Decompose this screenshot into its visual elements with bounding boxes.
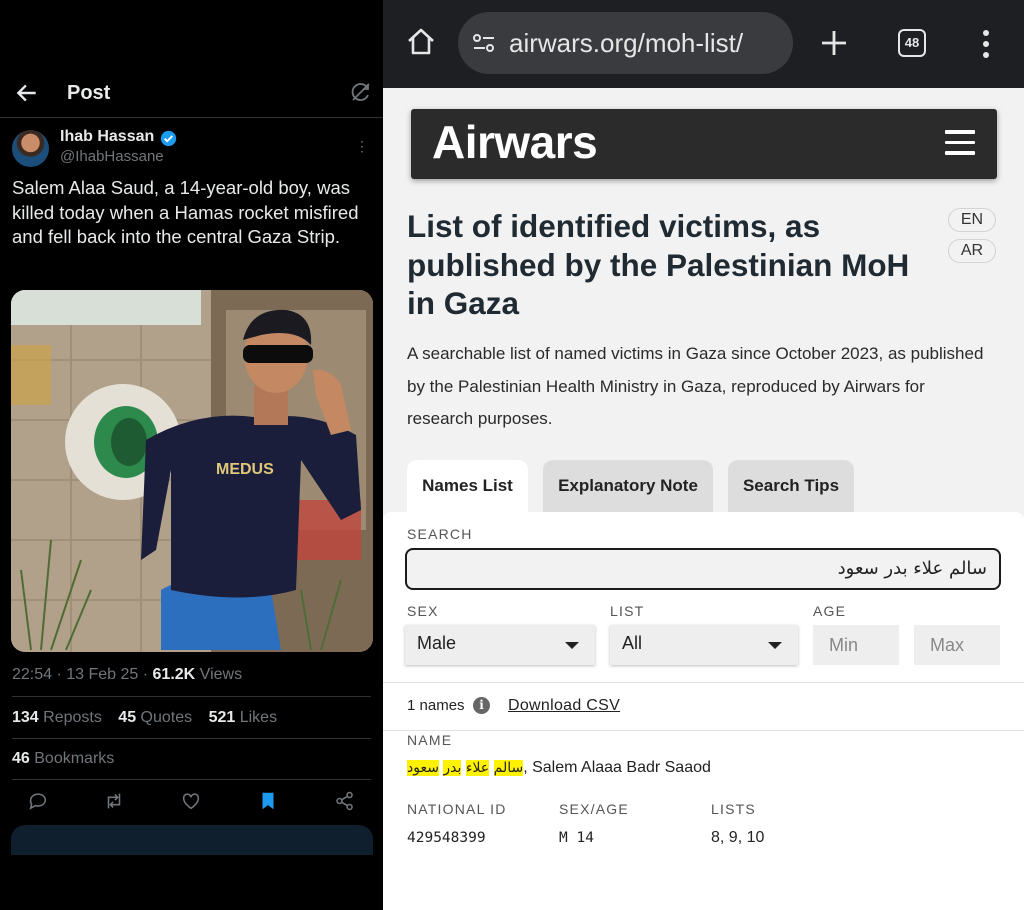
download-csv-link[interactable]: Download CSV (508, 697, 620, 715)
bookmark-icon[interactable] (257, 790, 279, 812)
national-id-value: 429548399 (407, 830, 486, 846)
intro-text: A searchable list of named victims in Ga… (407, 344, 984, 428)
search-input[interactable]: سالم علاء بدر سعود (405, 548, 1001, 590)
views-count: 61.2K (152, 666, 196, 683)
likes-stat[interactable]: 521 Likes (209, 709, 278, 726)
author-handle[interactable]: @IhabHassane (60, 148, 164, 165)
verified-badge-icon (160, 130, 177, 147)
sex-age-value: M 14 (559, 830, 594, 846)
age-max-placeholder: Max (930, 635, 965, 655)
divider (383, 730, 1024, 731)
sex-select[interactable]: Male (405, 625, 595, 665)
tab-explanatory-note[interactable]: Explanatory Note (543, 460, 713, 512)
action-bar (0, 790, 383, 816)
age-min-placeholder: Min (829, 635, 859, 655)
result-count: 1 names (407, 697, 465, 714)
divider (12, 738, 371, 739)
url-text[interactable]: airwars.org/moh-list/ (509, 28, 743, 59)
hamburger-menu-icon[interactable] (945, 130, 975, 156)
age-min-input[interactable]: Min (813, 625, 899, 665)
more-options-icon[interactable]: ⋮ (355, 138, 369, 155)
names-list-panel: SEARCH سالم علاء بدر سعود SEX Male LIST … (383, 512, 1024, 910)
lists-label: LISTS (711, 801, 756, 817)
lists-value: 8, 9, 10 (711, 829, 765, 846)
address-bar[interactable]: airwars.org/moh-list/ (458, 12, 793, 74)
x-post-screen: Post Ihab Hassan @IhabHassane ⋮ Salem Al… (0, 0, 383, 910)
chevron-down-icon (565, 642, 579, 649)
overflow-menu-icon[interactable] (981, 29, 991, 59)
lang-en-button[interactable]: EN (948, 208, 996, 232)
reply-composer[interactable] (11, 825, 373, 855)
page-title: Post (67, 82, 111, 104)
post-meta: 22:54 · 13 Feb 25 · 61.2K Views (12, 666, 243, 683)
sex-age-label: SEX/AGE (559, 801, 629, 817)
post-photo[interactable]: MEDUS (11, 290, 373, 652)
tab-switcher-button[interactable]: 48 (898, 29, 926, 57)
list-value: All (622, 633, 643, 653)
info-icon[interactable]: i (473, 697, 490, 714)
quotes-stat[interactable]: 45 Quotes (118, 709, 192, 726)
search-label: SEARCH (407, 526, 473, 542)
sex-value: Male (417, 633, 457, 653)
share-icon[interactable] (334, 790, 356, 812)
shirt-logo-text: MEDUS (216, 461, 274, 478)
bookmarks-stat[interactable]: 46 Bookmarks (12, 750, 114, 768)
search-value: سالم علاء بدر سعود (837, 558, 987, 579)
divider (12, 696, 371, 697)
engagement-stats: 134 Reposts 45 Quotes 521 Likes (12, 709, 289, 727)
age-label: AGE (813, 603, 847, 619)
list-label: LIST (610, 603, 645, 619)
repost-icon[interactable] (103, 790, 125, 812)
divider (12, 779, 371, 780)
age-max-input[interactable]: Max (914, 625, 1000, 665)
name-column-label: NAME (407, 732, 453, 748)
tab-names-list[interactable]: Names List (407, 460, 528, 512)
divider (383, 682, 1024, 683)
browser-screen: airwars.org/moh-list/ 48 Airwars List of… (383, 0, 1024, 910)
browser-toolbar: airwars.org/moh-list/ 48 (383, 0, 1024, 88)
like-icon[interactable] (180, 790, 202, 812)
new-tab-icon[interactable] (820, 29, 848, 57)
site-settings-icon[interactable] (472, 32, 496, 54)
post-text: Salem Alaa Saud, a 14-year-old boy, was … (12, 177, 359, 248)
back-arrow-icon[interactable] (14, 80, 40, 106)
post-header: Post (0, 72, 383, 118)
chevron-down-icon (768, 642, 782, 649)
sex-label: SEX (407, 603, 439, 619)
refresh-icon[interactable] (349, 80, 373, 104)
tab-search-tips[interactable]: Search Tips (728, 460, 854, 512)
site-header: Airwars (411, 109, 997, 179)
reposts-stat[interactable]: 134 Reposts (12, 709, 102, 726)
reply-icon[interactable] (27, 790, 49, 812)
author-name[interactable]: Ihab Hassan (60, 128, 154, 146)
list-select[interactable]: All (610, 625, 798, 665)
national-id-label: NATIONAL ID (407, 801, 507, 817)
page-title: List of identified victims, as published… (407, 208, 910, 321)
result-name: سالم علاء بدر سعود, Salem Alaaa Badr Saa… (407, 759, 711, 776)
lang-ar-button[interactable]: AR (948, 239, 996, 263)
site-logo[interactable]: Airwars (432, 115, 598, 169)
avatar[interactable] (12, 130, 49, 167)
home-icon[interactable] (405, 26, 437, 58)
